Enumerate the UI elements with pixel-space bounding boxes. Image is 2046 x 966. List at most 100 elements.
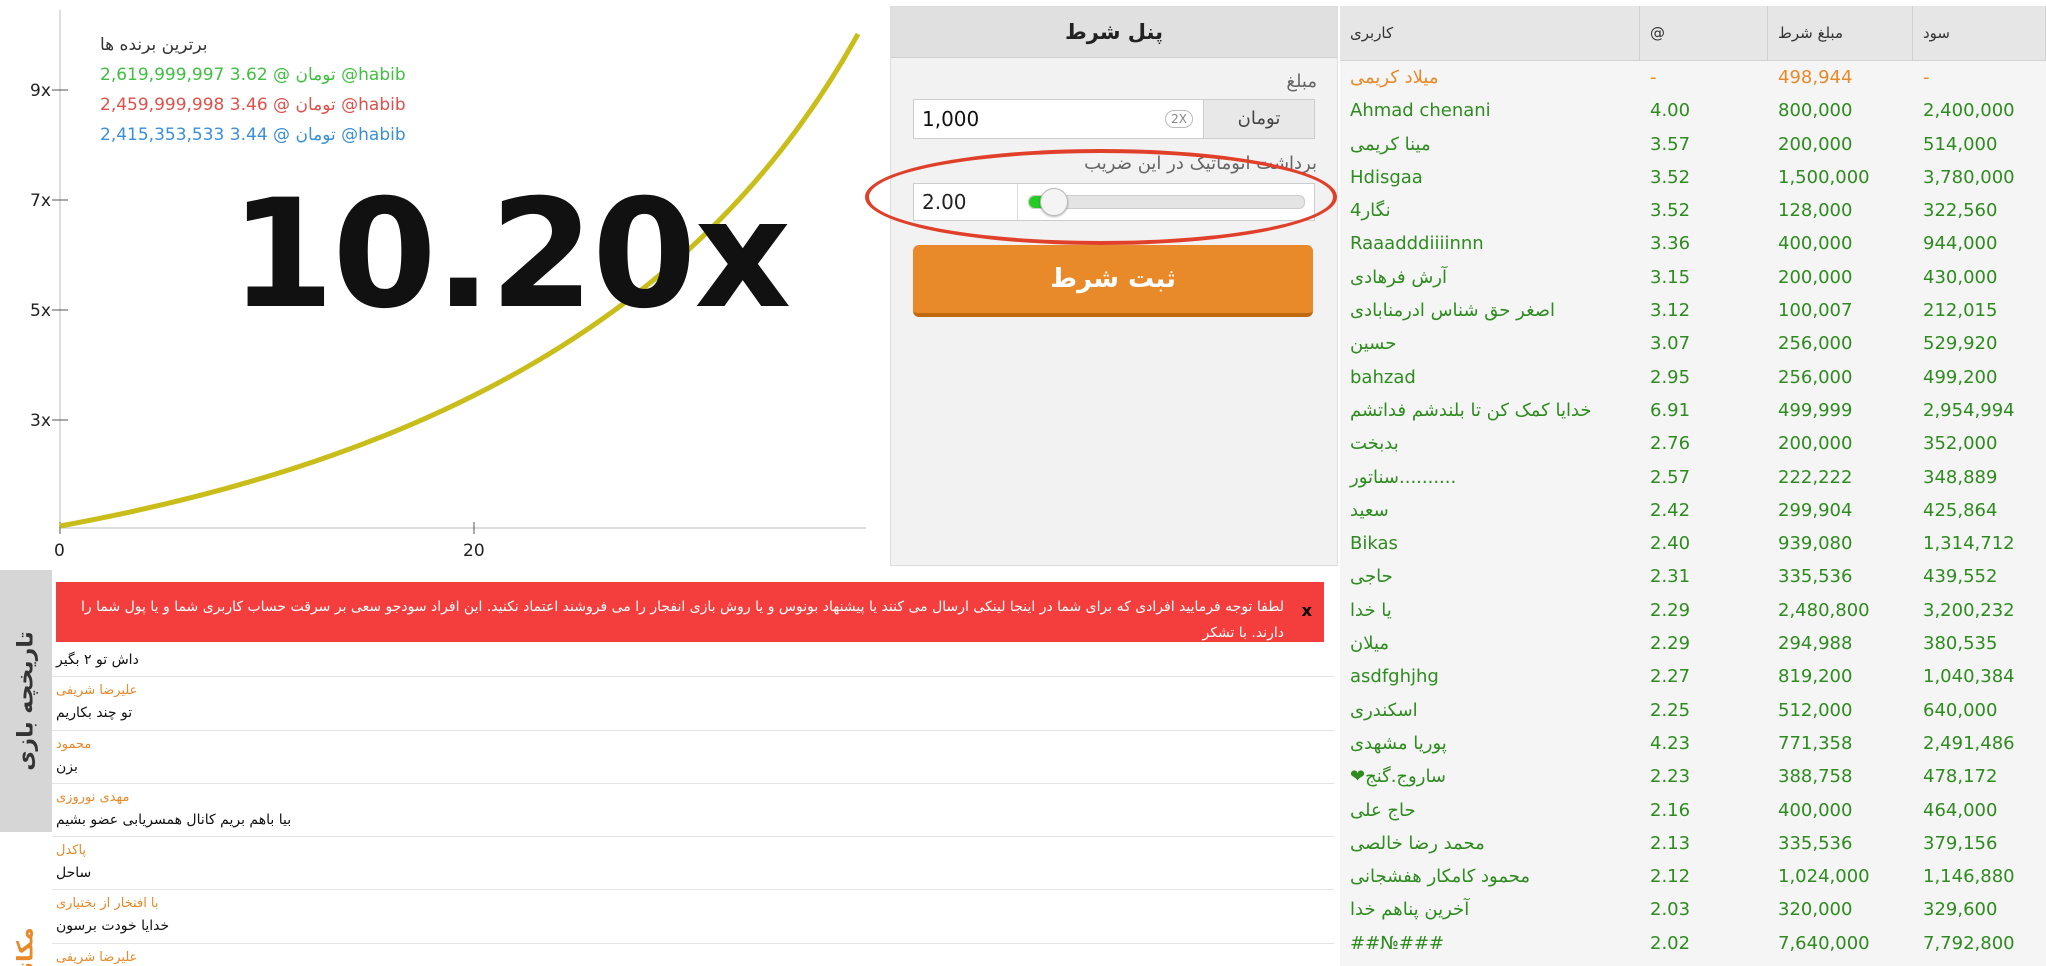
chat-text: بیا باهم بریم کانال همسریابی عضو بشیم: [56, 811, 292, 828]
table-row: Ahmad chenani 4.00 800,000 2,400,000: [1340, 94, 2046, 127]
bet-amount: 335,536: [1778, 566, 1853, 588]
table-row: آخرین پناهم خدا 2.03 320,000 329,600: [1340, 893, 2046, 926]
bet-profit: 640,000: [1923, 699, 1998, 721]
bet-profit: 379,156: [1923, 832, 1998, 854]
bet-amount: 400,000: [1778, 799, 1853, 821]
table-row: میلان 2.29 294,988 380,535: [1340, 627, 2046, 660]
bets-table-body: میلاد کریمی - 498,944 - Ahmad chenani 4.00 800…: [1340, 61, 2046, 960]
bet-user: حاجی: [1350, 566, 1393, 588]
chat-username[interactable]: با افتخار از بختیاری: [56, 894, 1330, 914]
tab-chat[interactable]: مکاتبه: [0, 870, 52, 966]
column-header-cashout[interactable]: @: [1640, 6, 1768, 60]
winner-multiplier: 3.46: [229, 95, 268, 115]
place-bet-button[interactable]: ثبت شرط: [913, 245, 1313, 317]
chat-username[interactable]: پاکدل: [56, 841, 1330, 861]
chat-message: محمود بزن: [52, 731, 1334, 784]
chat-username[interactable]: مهدی نوروزی: [56, 788, 1330, 808]
amount-label: مبلغ: [1286, 71, 1317, 92]
bet-profit: 3,780,000: [1923, 166, 2015, 188]
table-row: خدایا کمک کن تا بلندشم فداتشم 6.91 499,999…: [1340, 394, 2046, 427]
bet-cashout: 2.27: [1650, 666, 1691, 688]
chat-username[interactable]: علیرضا شریفی: [56, 681, 1330, 701]
bet-user: میلاد کریمی: [1350, 67, 1439, 88]
bet-panel: پنل شرط مبلغ 1,000 2X تومان برداشت اتوما…: [865, 6, 1338, 566]
column-header-user[interactable]: کاربری: [1340, 6, 1640, 60]
bet-user: میلان: [1350, 633, 1390, 655]
chat-text: خدایا خودت برسون: [56, 918, 170, 935]
column-header-profit[interactable]: سود: [1913, 6, 2046, 60]
currency-button[interactable]: تومان: [1203, 100, 1314, 138]
bet-cashout: 2.40: [1650, 533, 1691, 555]
bet-profit: 529,920: [1923, 333, 1998, 355]
table-row: سعید 2.42 299,904 425,864: [1340, 494, 2046, 527]
bet-profit: 1,314,712: [1923, 533, 2015, 555]
bet-amount: 200,000: [1778, 133, 1853, 155]
crash-graph: 9x 7x 5x 3x 0 20 10.20x برترین برنده ها …: [0, 0, 880, 570]
chat-panel: لطفا توجه فرمایید افرادی که برای شما در …: [52, 576, 1334, 966]
winner-user: @habib: [341, 65, 406, 85]
bet-user: سناتور..........: [1350, 466, 1457, 488]
bet-profit: 944,000: [1923, 233, 1998, 255]
table-row: Raaadddiiiinnn 3.36 400,000 944,000: [1340, 227, 2046, 260]
bet-profit: 329,600: [1923, 899, 1998, 921]
table-row: اسکندری 2.25 512,000 640,000: [1340, 694, 2046, 727]
bet-profit: 478,172: [1923, 766, 1998, 788]
winner-multiplier: 3.62: [229, 65, 268, 85]
bet-profit: 430,000: [1923, 266, 1998, 288]
chat-text: بزن: [56, 758, 78, 775]
chat-list: داش تو ۲ بگیر علیرضا شریفی تو چند بکاریم مح…: [52, 624, 1334, 966]
bet-amount: 256,000: [1778, 333, 1853, 355]
bet-profit: 1,040,384: [1923, 666, 2015, 688]
bet-user: Hdisgaa: [1350, 166, 1423, 188]
winner-currency: @ تومان: [273, 65, 336, 85]
x-tick-label: 20: [463, 541, 485, 561]
y-tick-label: 5x: [30, 301, 51, 321]
double-amount-button[interactable]: 2X: [1165, 110, 1193, 128]
bet-profit: 212,015: [1923, 300, 1998, 322]
bet-amount: 400,000: [1778, 233, 1853, 255]
table-row: پوریا مشهدی 4.23 771,358 2,491,486: [1340, 727, 2046, 760]
chat-message: علیرضا شریفی تو چند بکاریم: [52, 677, 1334, 731]
bet-profit: 352,000: [1923, 433, 1998, 455]
bet-cashout: 3.36: [1650, 233, 1691, 255]
warning-text: لطفا توجه فرمایید افرادی که برای شما در …: [80, 599, 1284, 641]
side-tabs: تاریخچه بازی مکاتبه: [0, 570, 52, 966]
bet-amount: 771,358: [1778, 732, 1853, 754]
table-row: مینا کریمی 3.57 200,000 514,000: [1340, 128, 2046, 161]
chat-username[interactable]: محمود: [56, 735, 1330, 755]
bet-cashout: 2.31: [1650, 566, 1691, 588]
bet-amount: 128,000: [1778, 200, 1853, 222]
bet-profit: 439,552: [1923, 566, 1998, 588]
bet-cashout: 2.03: [1650, 899, 1691, 921]
table-row: محمد رضا خالصی 2.13 335,536 379,156: [1340, 827, 2046, 860]
table-row: اصغر حق شناس ادرمنابادی 3.12 100,007 212,01…: [1340, 294, 2046, 327]
y-tick-label: 9x: [30, 81, 51, 101]
bet-profit: 1,146,880: [1923, 866, 2015, 888]
bet-amount: 200,000: [1778, 433, 1853, 455]
table-row: یا خدا 2.29 2,480,800 3,200,232: [1340, 594, 2046, 627]
winner-currency: @ تومان: [273, 95, 336, 115]
table-row: سناتور.......... 2.57 222,222 348,889: [1340, 461, 2046, 494]
bet-cashout: 2.12: [1650, 866, 1691, 888]
bet-cashout: 3.52: [1650, 166, 1691, 188]
chat-username[interactable]: علیرضا شریفی: [56, 948, 1330, 966]
amount-input[interactable]: 1,000: [914, 107, 1165, 131]
tab-game-history[interactable]: تاریخچه بازی: [0, 570, 52, 832]
chat-text: داش تو ۲ بگیر: [56, 652, 139, 668]
bet-user: محمد رضا خالصی: [1350, 832, 1485, 854]
bet-cashout: 6.91: [1650, 399, 1691, 421]
bet-user: ##№###: [1350, 932, 1445, 954]
close-icon[interactable]: x: [1302, 598, 1312, 624]
bet-amount: 1,024,000: [1778, 866, 1870, 888]
bet-user: ❤ساروج.گنج: [1350, 766, 1447, 788]
panel-title: پنل شرط: [891, 7, 1337, 58]
column-header-amount[interactable]: مبلغ شرط: [1768, 6, 1913, 60]
bet-profit: 322,560: [1923, 200, 1998, 222]
bet-user: آرش فرهادی: [1350, 266, 1448, 288]
table-row: ##№### 2.02 7,640,000 7,792,800: [1340, 927, 2046, 960]
bet-cashout: 3.12: [1650, 300, 1691, 322]
bet-user: پوریا مشهدی: [1350, 732, 1447, 754]
bet-profit: 2,491,486: [1923, 732, 2015, 754]
chat-message: مهدی نوروزی بیا باهم بریم کانال همسریابی …: [52, 784, 1334, 838]
bet-cashout: -: [1650, 67, 1657, 88]
